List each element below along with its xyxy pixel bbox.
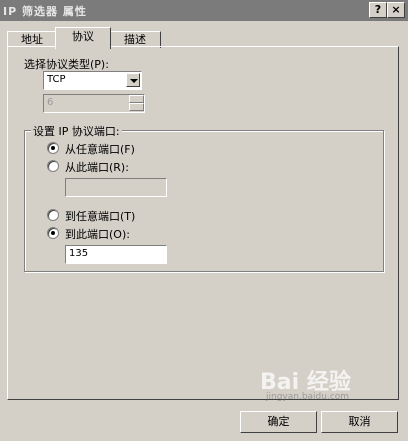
ports-groupbox: 设置 IP 协议端口: 从任意端口(F) 从此端口(R): 到任意端口(T) 到… <box>24 123 384 272</box>
spin-up-icon <box>129 95 144 103</box>
to-any-port-label: 到任意端口(T) <box>65 210 136 223</box>
baidu-watermark: Bai 经验 jingyan.baidu.com <box>258 364 398 406</box>
ports-group-title: 设置 IP 协议端口: <box>31 123 122 139</box>
to-any-port-radio[interactable] <box>47 209 59 221</box>
protocol-type-label: 选择协议类型(P): <box>24 58 109 71</box>
to-this-port-radio[interactable] <box>47 227 59 239</box>
cancel-button[interactable]: 取消 <box>321 411 398 433</box>
watermark-url: jingyan.baidu.com <box>266 392 350 402</box>
tab-protocol[interactable]: 协议 <box>55 27 111 49</box>
from-any-port-label: 从任意端口(F) <box>65 143 135 156</box>
to-this-port-label: 到此端口(O): <box>65 228 130 241</box>
protocol-tab-panel: 选择协议类型(P): TCP 6 设置 IP 协议端口: 从任意端口(F) 从此… <box>7 46 399 400</box>
close-icon: × <box>391 3 401 16</box>
from-any-port-radio[interactable] <box>47 142 59 154</box>
spin-down-icon <box>129 103 144 111</box>
protocol-number-value: 6 <box>47 97 54 108</box>
protocol-number-spinner: 6 <box>43 94 145 113</box>
to-port-value: 135 <box>69 248 89 259</box>
help-button[interactable]: ? <box>369 2 387 18</box>
window-title: IP 筛选器 属性 <box>3 5 87 18</box>
ok-button[interactable]: 确定 <box>240 411 317 433</box>
close-button[interactable]: × <box>387 2 405 18</box>
to-port-input[interactable]: 135 <box>65 245 167 264</box>
from-this-port-radio[interactable] <box>47 160 59 172</box>
protocol-type-select[interactable]: TCP <box>43 71 142 90</box>
from-this-port-label: 从此端口(R): <box>65 161 129 174</box>
help-icon: ? <box>374 3 382 16</box>
from-port-input <box>65 178 167 197</box>
chevron-down-icon[interactable] <box>126 73 140 87</box>
title-bar: IP 筛选器 属性 ? × <box>0 0 408 21</box>
protocol-type-value: TCP <box>47 74 66 85</box>
